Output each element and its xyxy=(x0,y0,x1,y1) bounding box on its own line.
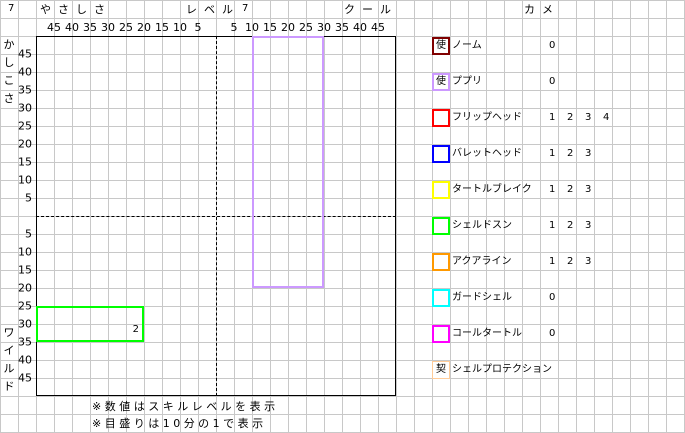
horizontal-center-line xyxy=(36,216,396,217)
top-tick-left: 15 xyxy=(155,21,169,34)
legend-level: 1 xyxy=(549,184,556,195)
kame-char: メ xyxy=(542,3,553,16)
legend-swatch-icon xyxy=(432,181,450,199)
footer-note-2: ※ 目 盛 り は 1 0 分 の 1 で 表 示 xyxy=(92,417,264,430)
level-title-char: ル xyxy=(222,3,233,16)
left-tick-lower: 20 xyxy=(18,281,32,295)
left-tick-upper: 25 xyxy=(18,119,32,133)
corner-level-left: 7 xyxy=(8,3,15,14)
legend-level: 1 xyxy=(549,148,556,159)
legend-level: 2 xyxy=(567,112,574,123)
legend-label: フリップヘッド xyxy=(452,112,522,123)
title-left-char: さ xyxy=(94,3,105,16)
top-tick-left: 40 xyxy=(65,21,79,34)
title-left-char: さ xyxy=(58,3,69,16)
top-tick-right: 30 xyxy=(317,21,331,34)
left-tick-upper: 5 xyxy=(25,191,32,205)
top-tick-right: 40 xyxy=(353,21,367,34)
skill-region xyxy=(252,36,324,288)
legend-swatch-icon: 使 xyxy=(432,37,450,55)
skill-region: 2 xyxy=(36,306,144,342)
left-tick-upper: 10 xyxy=(18,173,32,187)
legend-level: 3 xyxy=(585,220,592,231)
legend-level: 0 xyxy=(549,40,556,51)
left-label-lower-char: ル xyxy=(3,362,15,375)
title-left-char: や xyxy=(40,3,51,16)
left-tick-lower: 10 xyxy=(18,245,32,259)
legend-label: ノーム xyxy=(452,40,482,51)
title-right-char: ル xyxy=(380,3,391,16)
top-tick-left: 20 xyxy=(137,21,151,34)
top-tick-left: 35 xyxy=(83,21,97,34)
legend-level: 0 xyxy=(549,328,556,339)
legend-level: 0 xyxy=(549,292,556,303)
top-tick-right: 20 xyxy=(281,21,295,34)
title-left-char: し xyxy=(76,3,87,16)
legend-level: 3 xyxy=(585,148,592,159)
legend-label: バレットヘッド xyxy=(452,148,522,159)
legend-label: ププリ xyxy=(452,76,482,87)
left-label-lower-char: イ xyxy=(3,344,15,357)
left-label-lower-char: ワ xyxy=(3,326,15,339)
skill-region-level: 2 xyxy=(132,324,139,335)
legend-label: タートルブレイク xyxy=(452,184,532,195)
kame-char: カ xyxy=(524,3,535,16)
legend-swatch-icon: 使 xyxy=(432,73,450,91)
legend-swatch-icon xyxy=(432,217,450,235)
top-tick-right: 5 xyxy=(230,21,238,34)
top-tick-right: 10 xyxy=(245,21,259,34)
footer-note-1: ※ 数 値 は ス キ ル レ ベ ル を 表 示 xyxy=(92,400,276,413)
legend-level: 3 xyxy=(585,112,592,123)
level-title-char: レ xyxy=(186,3,197,16)
left-tick-lower: 5 xyxy=(25,227,32,241)
left-label-upper-char: し xyxy=(3,56,15,69)
legend-swatch-icon xyxy=(432,253,450,271)
legend-swatch-icon xyxy=(432,145,450,163)
top-tick-left: 45 xyxy=(47,21,61,34)
left-label-upper-char: こ xyxy=(3,74,15,87)
legend-level: 0 xyxy=(549,76,556,87)
level-title-char: ベ xyxy=(204,3,215,16)
left-tick-lower: 25 xyxy=(18,299,32,313)
left-tick-upper: 20 xyxy=(18,137,32,151)
legend-level: 1 xyxy=(549,112,556,123)
legend-level: 2 xyxy=(567,220,574,231)
legend-level: 2 xyxy=(567,256,574,267)
legend-level: 2 xyxy=(567,148,574,159)
top-tick-right: 35 xyxy=(335,21,349,34)
top-tick-right: 15 xyxy=(263,21,277,34)
legend-label: シェルプロテクション xyxy=(452,364,552,375)
legend-label: コールタートル xyxy=(452,328,522,339)
center-level-number: 7 xyxy=(242,3,249,14)
legend-swatch-icon xyxy=(432,289,450,307)
top-tick-left: 25 xyxy=(119,21,133,34)
legend-level: 2 xyxy=(567,184,574,195)
top-tick-right: 45 xyxy=(371,21,385,34)
legend-label: ガードシェル xyxy=(452,292,512,303)
top-tick-left: 10 xyxy=(173,21,187,34)
legend-label: シェルドスン xyxy=(452,220,512,231)
top-tick-right: 25 xyxy=(299,21,313,34)
title-right-char: ク xyxy=(344,3,355,16)
legend-swatch-icon xyxy=(432,325,450,343)
top-tick-left: 30 xyxy=(101,21,115,34)
legend-level: 3 xyxy=(585,256,592,267)
top-tick-left: 5 xyxy=(194,21,202,34)
left-label-upper-char: さ xyxy=(3,92,15,105)
title-right-char: ー xyxy=(362,3,373,16)
left-tick-upper: 15 xyxy=(18,155,32,169)
legend-level: 1 xyxy=(549,256,556,267)
legend-label: アクアライン xyxy=(452,256,512,267)
left-label-lower-char: ド xyxy=(3,380,15,393)
left-label-upper-char: か xyxy=(3,38,15,51)
legend-swatch-icon: 契 xyxy=(432,361,450,379)
legend-level: 3 xyxy=(585,184,592,195)
legend-swatch-icon xyxy=(432,109,450,127)
legend-level: 4 xyxy=(603,112,610,123)
legend-level: 1 xyxy=(549,220,556,231)
left-tick-lower: 15 xyxy=(18,263,32,277)
